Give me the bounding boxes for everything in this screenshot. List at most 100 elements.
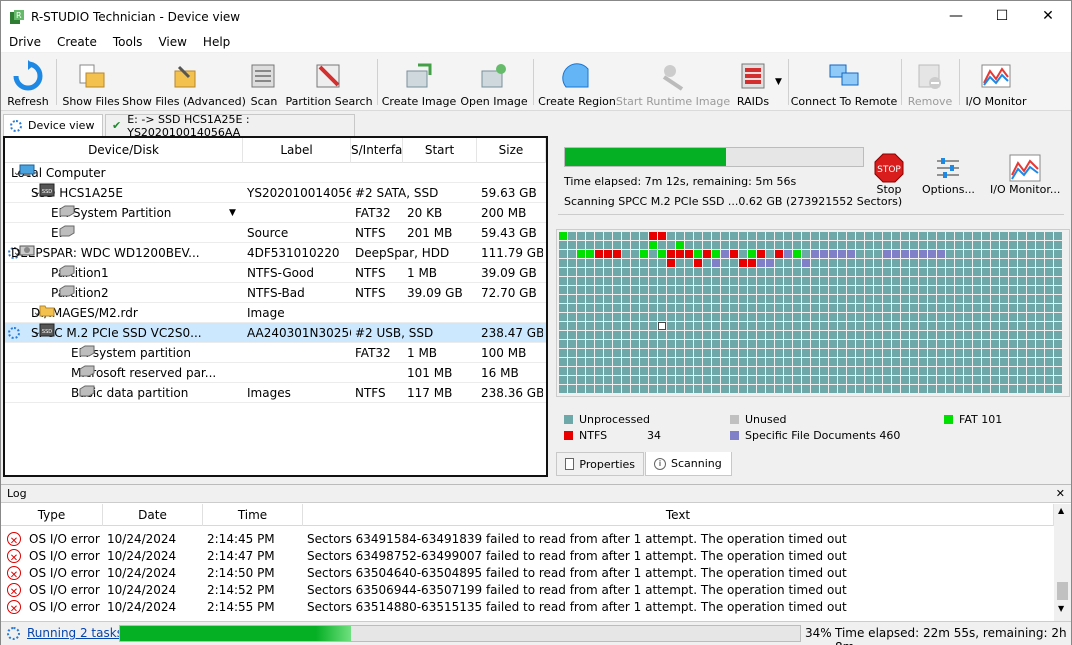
log-col-date[interactable]: Date (103, 504, 203, 526)
tab-device-view[interactable]: Device view (3, 114, 103, 136)
map-block (964, 367, 972, 375)
scroll-down-icon[interactable]: ▼ (1058, 604, 1064, 613)
open-image-button[interactable]: Open Image (460, 56, 528, 108)
map-block (955, 304, 963, 312)
device-row[interactable]: Partition1 NTFS-Good NTFS 1 MB 39.09 GB (5, 263, 546, 283)
close-button[interactable]: ✕ (1025, 1, 1071, 31)
tab-image-progress[interactable]: ✔ E: -> SSD HCS1A25E : YS202010014056AA (105, 113, 355, 139)
tab-scanning[interactable]: i Scanning (645, 452, 732, 476)
map-block (784, 286, 792, 294)
map-block (829, 259, 837, 267)
map-block (928, 304, 936, 312)
map-block (658, 313, 666, 321)
map-block (1000, 385, 1008, 393)
col-start[interactable]: Start (403, 138, 477, 163)
map-block (829, 385, 837, 393)
map-block (748, 358, 756, 366)
menu-tools[interactable]: Tools (105, 35, 151, 49)
partition-search-button[interactable]: Partition Search (285, 56, 373, 108)
map-block (1009, 232, 1017, 240)
map-block (874, 232, 882, 240)
connect-to-remote-button[interactable]: Connect To Remote (791, 56, 897, 108)
col-fs-interface[interactable]: S/Interfac (351, 138, 403, 163)
map-block (811, 232, 819, 240)
col-size[interactable]: Size (477, 138, 546, 163)
map-block (784, 358, 792, 366)
map-block (865, 277, 873, 285)
device-row[interactable]: E: Source NTFS 201 MB 59.43 GB (5, 223, 546, 243)
log-col-text[interactable]: Text (303, 504, 1054, 526)
device-row[interactable]: Microsoft reserved par... 101 MB 16 MB (5, 363, 546, 383)
io-monitor-button[interactable]: I/O Monitor (966, 56, 1026, 108)
map-block (829, 349, 837, 357)
map-block (568, 349, 576, 357)
device-row[interactable]: ⌄ SSD SPCC M.2 PCIe SSD VC2S0... AA240301N3… (5, 323, 546, 343)
map-block (982, 241, 990, 249)
device-row[interactable]: EFI system partition FAT32 1 MB 100 MB (5, 343, 546, 363)
log-row[interactable]: ✕ OS I/O error 10/24/2024 2:14:50 PM Sectors… (1, 565, 1054, 582)
log-row[interactable]: ✕ OS I/O error 10/24/2024 2:14:45 PM Sectors… (1, 531, 1054, 548)
dropdown-arrow-icon[interactable]: ▼ (229, 203, 236, 223)
device-row[interactable]: ⌄ D:/IMAGES/M2.rdr Image (5, 303, 546, 323)
map-block (1054, 322, 1062, 330)
menu-help[interactable]: Help (195, 35, 238, 49)
map-block (559, 250, 567, 258)
map-block (802, 376, 810, 384)
minimize-button[interactable]: — (933, 1, 979, 31)
raids-dropdown-arrow-icon[interactable]: ▼ (775, 77, 782, 87)
map-block (586, 385, 594, 393)
log-row[interactable]: ✕ OS I/O error 10/24/2024 2:14:52 PM Sectors… (1, 582, 1054, 599)
show-files-button[interactable]: Show Files (62, 56, 120, 108)
scroll-thumb[interactable] (1057, 582, 1068, 600)
map-block (991, 313, 999, 321)
menu-create[interactable]: Create (49, 35, 105, 49)
log-col-type[interactable]: Type (1, 504, 103, 526)
refresh-button[interactable]: Refresh (7, 56, 49, 108)
map-block (1018, 241, 1026, 249)
map-block (577, 331, 585, 339)
remove-button[interactable]: Remove (908, 56, 952, 108)
log-row[interactable]: ✕ OS I/O error 10/24/2024 2:14:47 PM Sectors… (1, 548, 1054, 565)
map-block (622, 313, 630, 321)
running-tasks-link[interactable]: Running 2 tasks (27, 626, 123, 640)
create-image-button[interactable]: Create Image (382, 56, 456, 108)
map-block (649, 349, 657, 357)
raids-button[interactable]: RAIDs (733, 56, 773, 108)
start-runtime-image-button[interactable]: Start Runtime Image (616, 56, 730, 108)
log-row[interactable]: ✕ OS I/O error 10/24/2024 2:14:55 PM Sectors… (1, 599, 1054, 616)
map-block (964, 259, 972, 267)
col-device-disk[interactable]: Device/Disk (5, 138, 243, 163)
tab-properties[interactable]: Properties (556, 452, 644, 476)
menu-drive[interactable]: Drive (1, 35, 49, 49)
stop-button[interactable]: STOP Stop (874, 153, 904, 196)
map-block (901, 232, 909, 240)
device-row[interactable]: ⌄ DEEPSPAR: WDC WD1200BEV... 4DF531010220 D… (5, 243, 546, 263)
menu-view[interactable]: View (150, 35, 194, 49)
maximize-button[interactable]: ☐ (979, 1, 1025, 31)
show-files-advanced-button[interactable]: Show Files (Advanced) (122, 56, 246, 108)
log-close-button[interactable]: ✕ (1056, 487, 1065, 500)
map-block (1027, 349, 1035, 357)
map-block (604, 322, 612, 330)
device-row[interactable]: ⌄ Local Computer (5, 163, 546, 183)
map-block (739, 322, 747, 330)
log-col-time[interactable]: Time (203, 504, 303, 526)
log-scrollbar[interactable]: ▲ ▼ (1054, 504, 1071, 621)
col-label[interactable]: Label (243, 138, 351, 163)
device-row[interactable]: EFI System Partition ▼ FAT32 20 KB 200 MB (5, 203, 546, 223)
io-monitor-scan-button[interactable]: I/O Monitor... (990, 153, 1060, 196)
create-region-button[interactable]: Create Region (538, 56, 616, 108)
map-block (568, 277, 576, 285)
device-row[interactable]: ⌄SSDSSD HCS1A25EYS202010014056AA#2 SATA,… (5, 183, 546, 203)
options-button[interactable]: Options... (922, 153, 975, 196)
map-block (685, 358, 693, 366)
map-block (739, 241, 747, 249)
device-row[interactable]: Partition2 NTFS-Bad NTFS 39.09 GB 72.70 GB (5, 283, 546, 303)
device-row[interactable]: Basic data partition Images NTFS 117 MB 238.… (5, 383, 546, 403)
show-files-label: Show Files (62, 95, 120, 108)
scan-button[interactable]: Scan (247, 56, 281, 108)
map-block (946, 349, 954, 357)
map-block (676, 286, 684, 294)
scroll-up-icon[interactable]: ▲ (1058, 506, 1064, 515)
map-block (622, 331, 630, 339)
